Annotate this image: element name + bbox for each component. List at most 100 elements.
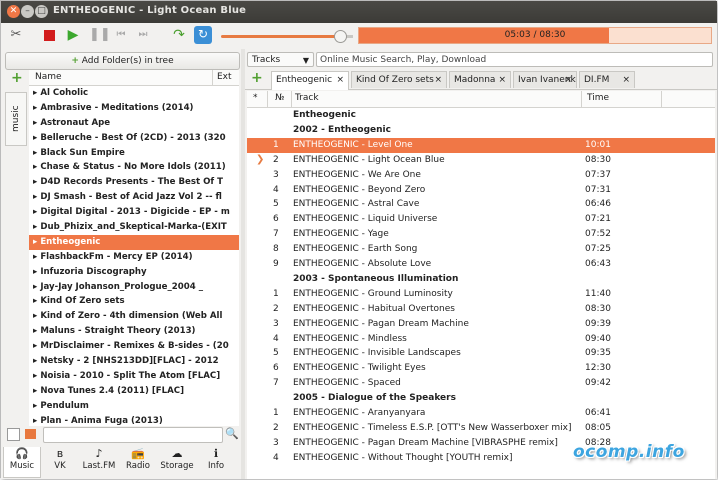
track-time: 06:41 [585, 408, 611, 418]
track-number: 1 [273, 408, 279, 418]
column-name[interactable]: Name [35, 72, 62, 82]
track-row[interactable]: 9 ENTHEOGENIC - Absolute Love 06:43 [247, 257, 715, 272]
close-window-icon[interactable]: ✕ [7, 5, 20, 18]
playlist-tab[interactable]: Madonna × [449, 71, 511, 88]
volume-slider-handle[interactable] [334, 30, 347, 43]
folder-item[interactable]: ▸ Entheogenic [29, 234, 239, 250]
bottom-tab-storage[interactable]: ☁ Storage [159, 447, 195, 477]
add-tab-icon[interactable]: + [11, 70, 23, 86]
play-icon[interactable]: ▶ [65, 27, 81, 43]
folder-item[interactable]: ▸ Dub_Phizix_and_Skeptical-Marka-(EXIT [29, 220, 239, 235]
bottom-tab-icon: 🎧 [15, 447, 29, 460]
local-search-input[interactable] [43, 427, 223, 443]
column-star[interactable]: * [253, 93, 258, 103]
track-time: 08:30 [585, 303, 611, 314]
column-number[interactable]: № [275, 93, 284, 103]
folder-item[interactable]: ▸ Ambrasive - Meditations (2014) [29, 101, 239, 116]
folder-item[interactable]: ▸ Kind of Zero - 4th dimension (Web All [29, 309, 239, 324]
folder-item[interactable]: ▸ DJ Smash - Best of Acid Jazz Vol 2 -- … [29, 190, 239, 205]
tools-icon[interactable]: ✂ [8, 27, 24, 43]
folder-item[interactable]: ▸ Kind Of Zero sets [29, 294, 239, 309]
add-folder-button[interactable]: + Add Folder(s) in tree [5, 52, 240, 70]
group-header-row[interactable]: 2003 - Spontaneous Illumination [247, 272, 715, 287]
playback-progress-bar[interactable]: 05:03 / 08:30 [358, 27, 712, 44]
folder-item[interactable]: ▸ Plan - Anima Fuga (2013) [29, 414, 239, 426]
track-number: 6 [273, 363, 279, 374]
folder-item[interactable]: ▸ Astronaut Ape [29, 116, 239, 131]
repeat-icon[interactable]: ↻ [194, 26, 212, 44]
file-icon[interactable] [7, 428, 20, 441]
track-row[interactable]: 4 ENTHEOGENIC - Mindless 09:40 [247, 332, 715, 347]
close-tab-icon[interactable]: × [498, 72, 506, 88]
minimize-window-icon[interactable]: – [21, 5, 34, 18]
track-row[interactable]: ❯ 2 ENTHEOGENIC - Light Ocean Blue 08:30 [247, 153, 715, 168]
add-playlist-icon[interactable]: + [251, 70, 263, 86]
volume-slider-fill[interactable] [221, 35, 341, 38]
tracks-combobox[interactable]: Tracks ▼ [247, 52, 314, 67]
track-row[interactable]: 5 ENTHEOGENIC - Astral Cave 06:46 [247, 197, 715, 212]
track-row[interactable]: 6 ENTHEOGENIC - Liquid Universe 07:21 [247, 212, 715, 227]
close-tab-icon[interactable]: × [434, 72, 442, 88]
column-time[interactable]: Time [587, 93, 609, 103]
bottom-tab-music[interactable]: 🎧 Music [3, 447, 41, 478]
group-header-row[interactable]: 2002 - Entheogenic [247, 123, 715, 138]
folder-item[interactable]: ▸ D4D Records Presents - The Best Of T [29, 175, 239, 190]
track-row[interactable]: 7 ENTHEOGENIC - Spaced 09:42 [247, 376, 715, 391]
playlist-tab[interactable]: Ivan Ivanenko × [513, 71, 577, 88]
folder-item[interactable]: ▸ Jay-Jay Johanson_Prologue_2004 _ [29, 280, 239, 295]
playlist-tab[interactable]: Kind Of Zero sets × [351, 71, 447, 88]
folder-item[interactable]: ▸ Nova Tunes 2.4 (2011) [FLAC] [29, 384, 239, 399]
folder-item[interactable]: ▸ Maluns - Straight Theory (2013) [29, 324, 239, 339]
track-row[interactable]: 7 ENTHEOGENIC - Yage 07:52 [247, 227, 715, 242]
column-track[interactable]: Track [295, 93, 319, 103]
track-number: 3 [273, 318, 279, 329]
track-row[interactable]: 2 ENTHEOGENIC - Habitual Overtones 08:30 [247, 302, 715, 317]
group-header-row[interactable]: 2005 - Dialogue of the Speakers [247, 391, 715, 406]
pause-icon[interactable]: ❚❚ [89, 27, 111, 43]
online-search-input[interactable]: Online Music Search, Play, Download [316, 52, 713, 67]
search-icon[interactable]: 🔍 [225, 427, 239, 440]
column-ext[interactable]: Ext [217, 72, 232, 82]
track-row[interactable]: 1 ENTHEOGENIC - Ground Luminosity 11:40 [247, 287, 715, 302]
folder-item[interactable]: ▸ Digital Digital - 2013 - Digicide - EP… [29, 205, 239, 220]
stop-icon[interactable] [41, 27, 57, 43]
bottom-tab-info[interactable]: ℹ Info [198, 447, 234, 477]
playlist-tab[interactable]: Entheogenic × [271, 71, 349, 90]
folder-item[interactable]: ▸ Pendulum [29, 399, 239, 414]
next-icon[interactable]: ⏭ [135, 27, 151, 43]
bottom-tab-icon: 📻 [131, 447, 145, 460]
track-row[interactable]: 3 ENTHEOGENIC - Pagan Dream Machine 09:39 [247, 317, 715, 332]
folder-item[interactable]: ▸ FlashbackFm - Mercy EP (2014) [29, 250, 239, 265]
folder-icon[interactable] [25, 429, 36, 439]
close-tab-icon[interactable]: × [336, 72, 344, 89]
track-row[interactable]: 4 ENTHEOGENIC - Beyond Zero 07:31 [247, 183, 715, 198]
folder-item[interactable]: ▸ Noisia - 2010 - Split The Atom [FLAC] [29, 369, 239, 384]
folder-item[interactable]: ▸ Chase & Status - No More Idols (2011) [29, 160, 239, 175]
folder-item[interactable]: ▸ Belleruche - Best Of (2CD) - 2013 (320 [29, 131, 239, 146]
bottom-tab-vk[interactable]: в VK [42, 447, 78, 477]
folder-item[interactable]: ▸ Al Coholic [29, 86, 239, 101]
track-row[interactable]: 1 ENTHEOGENIC - Level One 10:01 [247, 137, 715, 153]
track-row[interactable]: 6 ENTHEOGENIC - Twilight Eyes 12:30 [247, 361, 715, 376]
bottom-tab-radio[interactable]: 📻 Radio [120, 447, 156, 477]
track-row[interactable]: 2 ENTHEOGENIC - Timeless E.S.P. [OTT's Ne… [247, 421, 715, 436]
tab-music-vertical[interactable]: music [5, 92, 27, 146]
jump-to-track-icon[interactable]: ↷ [171, 27, 187, 43]
track-row[interactable]: 3 ENTHEOGENIC - We Are One 07:37 [247, 168, 715, 183]
folder-item[interactable]: ▸ Infuzoria Discography [29, 265, 239, 280]
playlist-tab[interactable]: DI.FM × [579, 71, 635, 88]
folder-item[interactable]: ▸ Black Sun Empire [29, 146, 239, 161]
right-panel: Tracks ▼ Online Music Search, Play, Downl… [245, 49, 717, 479]
track-row[interactable]: 8 ENTHEOGENIC - Earth Song 07:25 [247, 242, 715, 257]
prev-icon[interactable]: ⏮ [113, 27, 129, 43]
close-tab-icon[interactable]: × [622, 72, 630, 88]
folder-item[interactable]: ▸ Netsky - 2 [NHS213DD][FLAC] - 2012 [29, 354, 239, 369]
track-row[interactable]: 5 ENTHEOGENIC - Invisible Landscapes 09:35 [247, 346, 715, 361]
track-time: 08:30 [585, 154, 611, 165]
folder-item[interactable]: ▸ MrDisclaimer - Remixes & B-sides - (20 [29, 339, 239, 354]
track-row[interactable]: 1 ENTHEOGENIC - Aranyanyara 06:41 [247, 406, 715, 421]
maximize-window-icon[interactable]: □ [35, 5, 48, 18]
bottom-tab-lastfm[interactable]: ♪ Last.FM [81, 447, 117, 477]
close-tab-icon[interactable]: × [564, 72, 572, 88]
group-header-row[interactable]: Entheogenic [247, 108, 715, 123]
